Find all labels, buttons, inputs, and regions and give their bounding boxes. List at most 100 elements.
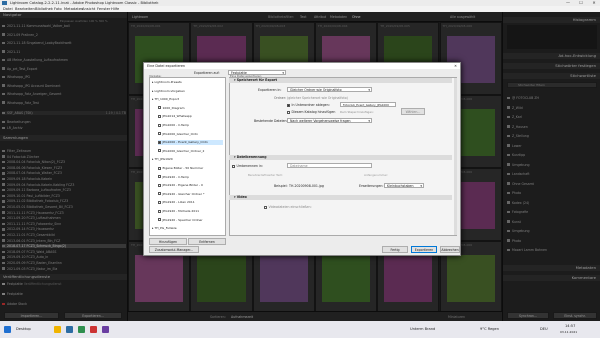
preset-item[interactable]: ▸ TH_PG_Fullsize: [152, 226, 223, 231]
preset-label: JPG1920 - Micheila 2011: [162, 209, 200, 213]
preset-item[interactable]: JPG1920 - Gleicher Ordner *: [158, 192, 223, 197]
section-video-header[interactable]: ▾ Video: [229, 195, 452, 200]
checkbox-icon: [232, 164, 235, 168]
preset-item[interactable]: Eigene Bilder - 50 Nummer: [158, 166, 223, 171]
checkbox-icon[interactable]: [158, 106, 161, 110]
choose-folder-button[interactable]: Wählen...: [401, 108, 425, 115]
checkbox-icon[interactable]: [158, 149, 161, 153]
lightroom-logo-icon: [2, 1, 7, 5]
preset-item[interactable]: ▸ Lightroom-Vorgaben: [152, 89, 223, 94]
preset-label: JPG1920 - C-Temp: [162, 174, 190, 179]
preset-item[interactable]: ▸ TH_1000_Export: [152, 97, 223, 102]
menu-metadaten[interactable]: Metadaten: [64, 7, 83, 11]
preset-item[interactable]: JPG1920 - Speicher Ordner: [158, 218, 223, 223]
menu-hilfe[interactable]: Hilfe: [111, 7, 119, 11]
export-submit-button[interactable]: Exportieren: [411, 246, 437, 253]
rename-checkbox[interactable]: Umbenennen in:: [232, 164, 263, 168]
export-dialog-titlebar: Eine Datei exportieren ✕: [144, 63, 460, 69]
preset-item[interactable]: ▸ TH_JPG1920: [152, 157, 223, 162]
existing-files-label: Bestehende Dateien:: [254, 119, 288, 123]
checkbox-icon[interactable]: [158, 166, 161, 170]
subfolder-input[interactable]: Fotoclub_Event_Gallery_JPG1000: [340, 102, 396, 107]
clock-time[interactable]: 14:57: [565, 324, 575, 328]
preset-label: JPG1000 - Event_Gallery_Ordn: [162, 140, 208, 145]
preset-label: 1000_Diagram: [162, 105, 185, 110]
menu-bibliothek[interactable]: Bibliothek: [35, 7, 53, 11]
checkbox-icon[interactable]: [158, 183, 161, 187]
language[interactable]: DEU: [540, 327, 548, 331]
custom-text-label: Benutzerdefinierter Text:: [248, 173, 283, 177]
preset-item[interactable]: JPG1000 - Event_Gallery_Ordn: [158, 140, 223, 146]
preset-item[interactable]: JPG1014_Whatsapp: [158, 114, 223, 119]
menu-foto[interactable]: Foto: [54, 7, 62, 11]
app-icon[interactable]: [102, 326, 109, 333]
add-to-stack-checkbox[interactable]: Dem Stapel hinzufügen:: [340, 110, 374, 114]
section-naming-header[interactable]: ▾ Dateibenennung: [229, 155, 452, 160]
subfolder-checkbox[interactable]: In Unterordner ablegen:: [287, 103, 330, 107]
plugin-manager-button[interactable]: Zusatzmodul-Manager...: [149, 246, 199, 253]
app-icon[interactable]: [90, 326, 97, 333]
preset-label: JPG1000_Gleicher_Ordner_2: [162, 148, 205, 153]
preset-label: JPG1920 - Gleicher Ordner *: [162, 191, 205, 196]
preset-item[interactable]: ▸ Lightroom-Presets: [152, 80, 223, 85]
preset-item[interactable]: JPG1920 - Eigene Bilder - 0: [158, 183, 223, 188]
preset-item[interactable]: JPG1920 - Micheila 2011: [158, 209, 223, 214]
clock-date[interactable]: 03.11.2021: [560, 330, 577, 334]
example-label: Beispiel:: [274, 184, 288, 188]
add-preset-button[interactable]: Hinzufügen: [149, 238, 187, 245]
menu-fenster[interactable]: Fenster: [97, 7, 110, 11]
checkbox-checked-icon[interactable]: [158, 140, 161, 144]
preset-label: Lightroom-Vorgaben: [154, 88, 185, 93]
preset-item[interactable]: 1000_Diagram: [158, 106, 223, 111]
start-number-label: Anfangsnummer:: [364, 173, 389, 177]
extensions-select[interactable]: Kleinbuchstaben ▾: [384, 183, 424, 188]
export-location-select[interactable]: Gleicher Ordner wie Originalfoto ▾: [287, 87, 372, 92]
extensions-label: Erweiterungen:: [359, 184, 384, 188]
weather[interactable]: 9°C Regen: [480, 327, 499, 331]
tray-text: Unterm Brand: [410, 327, 436, 331]
preset-label: Lightroom-Presets: [154, 80, 182, 84]
done-button[interactable]: Fertig: [382, 246, 408, 253]
rename-select[interactable]: Dateiname: [287, 163, 372, 168]
checkbox-icon[interactable]: [158, 175, 161, 179]
menu-ansicht[interactable]: Ansicht: [82, 7, 95, 11]
folder-label: Ordner:: [274, 96, 287, 100]
dialog-close-button[interactable]: ✕: [454, 63, 457, 69]
app-icon[interactable]: [78, 326, 85, 333]
menu-datei[interactable]: Datei: [3, 7, 13, 11]
preset-label: TH_1000_Export: [154, 97, 180, 102]
preset-item[interactable]: JPG1000_Gleicher_Ordner_2: [158, 149, 223, 154]
checkbox-icon[interactable]: [158, 114, 161, 118]
cancel-button[interactable]: Abbrechen: [440, 246, 460, 253]
checkbox-icon[interactable]: [158, 192, 161, 196]
preset-item[interactable]: JPG1920 - C-Temp: [158, 175, 223, 180]
windows-start-icon[interactable]: [4, 326, 11, 333]
lightroom-taskbar-icon[interactable]: [66, 326, 73, 333]
export-location-label: Exportieren in:: [258, 88, 282, 92]
preset-item[interactable]: JPG1000_Gleicher_Ordn: [158, 132, 223, 137]
preset-label: JPG1000 - C-Temp: [162, 123, 190, 127]
existing-files-select[interactable]: Nach weiterer Vorgehensweise fragen ▾: [287, 118, 372, 123]
checkbox-icon[interactable]: [158, 123, 161, 127]
section-location-header[interactable]: ▾ Speicherort für Export: [229, 78, 452, 83]
include-video-checkbox[interactable]: Videodateien einschließen:: [264, 205, 312, 209]
menu-bearbeiten[interactable]: Bearbeiten: [15, 7, 35, 11]
explorer-icon[interactable]: [54, 326, 61, 333]
preset-item[interactable]: JPG1000 - C-Temp: [158, 123, 223, 128]
checkbox-icon: [264, 205, 267, 209]
checkbox-icon[interactable]: [158, 132, 161, 136]
checkbox-icon[interactable]: [158, 218, 161, 222]
checkbox-icon[interactable]: [158, 200, 161, 204]
preset-label: Eigene Bilder - 50 Nummer: [162, 166, 204, 170]
folder-value: (gleicher Speicherort wie Originalfoto): [287, 96, 348, 100]
preset-label: TH_PG_Fullsize: [154, 226, 177, 231]
preset-label: JPG1920 - Eigene Bilder - 0: [162, 183, 203, 188]
checkbox-icon: [287, 110, 290, 114]
add-to-catalog-checkbox[interactable]: Diesem Katalog hinzufügen: [287, 110, 335, 114]
remove-preset-button[interactable]: Entfernen: [188, 238, 226, 245]
taskbar-search[interactable]: Desktop: [16, 327, 31, 331]
settings-scrollbar[interactable]: [454, 78, 457, 235]
checkbox-icon[interactable]: [158, 209, 161, 213]
window-title: Lightroom Catalog-2-2-2-11.lrcat - Adobe…: [10, 1, 159, 5]
preset-item[interactable]: JPG1920 - Lilien 2011: [158, 200, 223, 205]
